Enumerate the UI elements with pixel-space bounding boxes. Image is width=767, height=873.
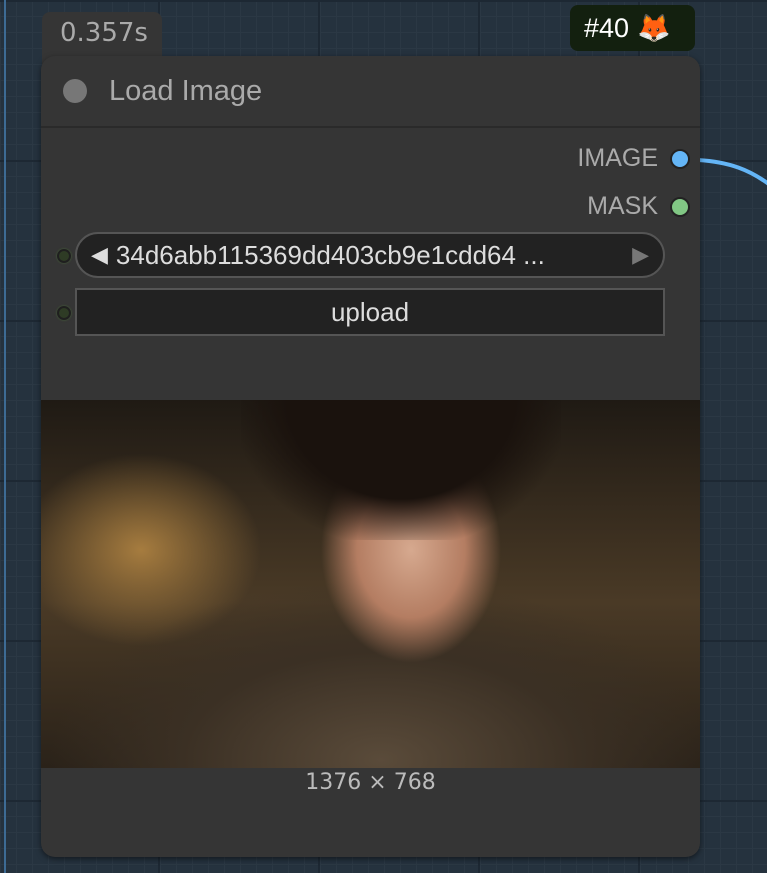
output-label: MASK: [587, 192, 658, 220]
load-image-node[interactable]: Load Image IMAGE MASK ◀ 34d6abb115369dd4…: [41, 56, 700, 857]
output-slot-image[interactable]: [670, 148, 690, 169]
output-label: IMAGE: [577, 144, 658, 172]
combo-prev-arrow[interactable]: ◀: [91, 242, 108, 268]
node-id-badge: #40 🦊: [570, 5, 695, 51]
input-slot-image[interactable]: [57, 249, 71, 263]
output-mask[interactable]: MASK: [587, 192, 690, 221]
image-preview: [41, 400, 700, 768]
node-id: #40: [584, 12, 630, 43]
output-slot-mask[interactable]: [670, 196, 690, 217]
node-title-bar[interactable]: Load Image: [41, 56, 700, 128]
upload-button[interactable]: upload: [75, 288, 665, 336]
node-title: Load Image: [109, 74, 263, 107]
fox-icon: 🦊: [637, 13, 671, 43]
input-slot-upload[interactable]: [57, 306, 71, 320]
combo-value: 34d6abb115369dd403cb9e1cdd64 ...: [115, 239, 545, 270]
output-image[interactable]: IMAGE: [577, 144, 690, 173]
collapse-dot-icon[interactable]: [63, 79, 87, 103]
image-link-wire: [697, 158, 767, 186]
canvas-edge: [4, 0, 6, 873]
image-dimensions: 1376 × 768: [305, 770, 436, 795]
combo-next-arrow[interactable]: ▶: [632, 242, 649, 268]
image-combo[interactable]: ◀ 34d6abb115369dd403cb9e1cdd64 ... ▶: [75, 232, 665, 278]
